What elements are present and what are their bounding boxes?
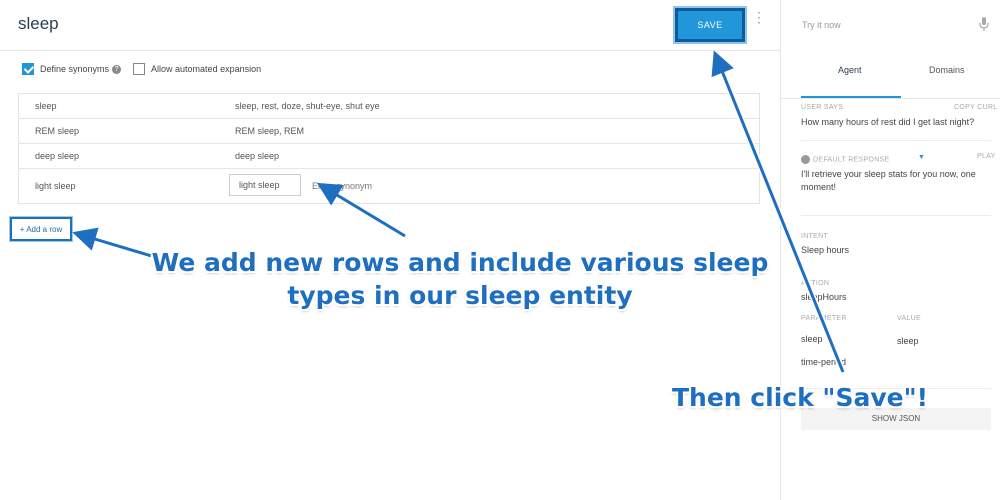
- arrow-to-add-row: [72, 227, 156, 259]
- annotation-save-note: Then click "Save"!: [672, 383, 928, 412]
- annotation-rows-note: We add new rows and include various slee…: [151, 248, 769, 310]
- arrow-to-synonym: [316, 182, 406, 238]
- arrow-to-save: [711, 50, 845, 373]
